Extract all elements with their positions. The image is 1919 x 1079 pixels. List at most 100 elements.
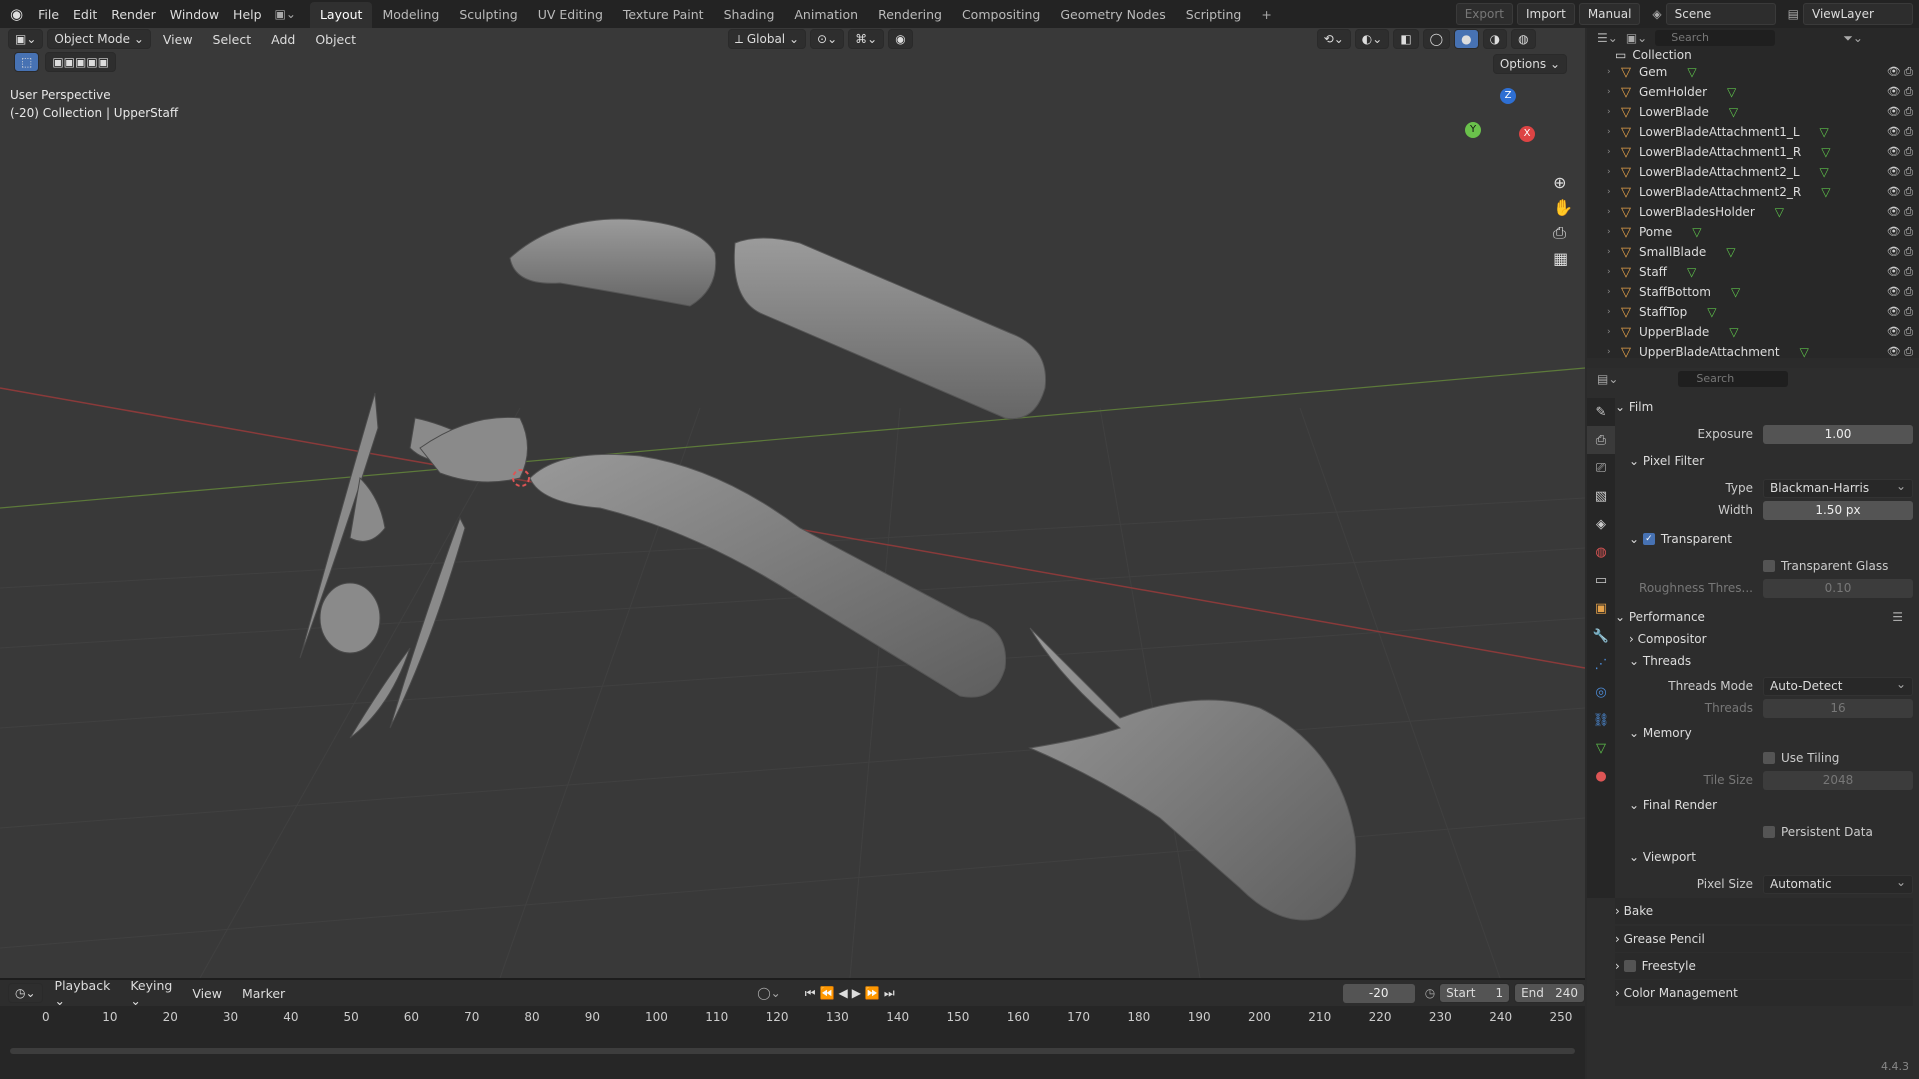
shading-solid-icon[interactable]: ● — [1454, 29, 1479, 49]
outliner-item[interactable]: › ▽ Staff ▽ 👁 ⎙ — [1587, 262, 1919, 282]
tab-geometry-nodes[interactable]: Geometry Nodes — [1050, 2, 1175, 28]
physics-tab-icon[interactable]: ◎ — [1587, 678, 1615, 706]
transform-orientation-dropdown[interactable]: ⟂ Global ⌄ — [728, 29, 807, 49]
pivot-icon[interactable]: ⊙⌄ — [810, 29, 845, 49]
threads-header[interactable]: ⌄ Threads — [1615, 648, 1913, 674]
expand-icon[interactable]: › — [1607, 347, 1621, 357]
properties-editor[interactable]: ▤⌄ Search ✎ ⎙ ⎚ ▧ ◈ ◍ ▭ ▣ 🔧 ⋰ ◎ ⛓ ▽ ● ⌄ … — [1587, 368, 1919, 1079]
viewlayer-selector[interactable]: ViewLayer — [1803, 3, 1913, 25]
proportional-edit-icon[interactable]: ◉ — [888, 29, 913, 49]
expand-icon[interactable]: › — [1607, 127, 1621, 137]
3d-viewport[interactable]: ▣⌄ Object Mode ⌄ View Select Add Object … — [0, 28, 1585, 978]
snap-icon[interactable]: ⌘⌄ — [848, 29, 885, 49]
visibility-icons[interactable]: 👁 ⎙ — [1887, 185, 1913, 199]
xray-icon[interactable]: ◧ — [1393, 29, 1419, 49]
menu-playback[interactable]: Playback ⌄ — [47, 978, 119, 1008]
collection-row[interactable]: ▭ Collection — [1587, 48, 1919, 62]
particles-tab-icon[interactable]: ⋰ — [1587, 650, 1615, 678]
transparent-glass-checkbox[interactable] — [1763, 560, 1775, 572]
visibility-icons[interactable]: 👁 ⎙ — [1887, 285, 1913, 299]
exposure-field[interactable]: 1.00 — [1763, 424, 1913, 444]
menu-add[interactable]: Add — [263, 32, 303, 47]
outliner-item[interactable]: › ▽ UpperBlade ▽ 👁 ⎙ — [1587, 322, 1919, 342]
menu-help[interactable]: Help — [226, 7, 269, 22]
pan-hand-icon[interactable]: ✋ — [1553, 198, 1573, 217]
material-tab-icon[interactable]: ● — [1587, 762, 1615, 790]
filter-icon[interactable]: ⏷⌄ — [1843, 31, 1863, 46]
outliner[interactable]: ☰⌄ ▣⌄ Search ⏷⌄ ▭ Collection › ▽ Gem ▽ 👁 ⎙ › ▽… — [1587, 28, 1919, 360]
play-icon[interactable]: ▶ — [852, 986, 865, 1000]
menu-view[interactable]: View — [155, 32, 201, 47]
outliner-item[interactable]: › ▽ GemHolder ▽ 👁 ⎙ — [1587, 82, 1919, 102]
film-panel-header[interactable]: ⌄ Film — [1615, 394, 1913, 420]
expand-icon[interactable]: › — [1607, 207, 1621, 217]
mesh-upper-blade-tip[interactable] — [509, 218, 717, 307]
freestyle-header[interactable]: › Freestyle — [1615, 953, 1913, 979]
record-icon[interactable]: ◯⌄ — [757, 986, 780, 1000]
modifier-tab-icon[interactable]: 🔧 — [1587, 622, 1615, 650]
tab-layout[interactable]: Layout — [309, 2, 373, 28]
visibility-icons[interactable]: 👁 ⎙ — [1887, 145, 1913, 159]
visibility-icons[interactable]: 👁 ⎙ — [1887, 345, 1913, 359]
zoom-icon[interactable]: ⊕ — [1553, 173, 1573, 192]
constraints-tab-icon[interactable]: ⛓ — [1587, 706, 1615, 734]
camera-view-icon[interactable]: ⎙ — [1553, 223, 1573, 243]
expand-icon[interactable]: › — [1607, 267, 1621, 277]
data-tab-icon[interactable]: ▽ — [1587, 734, 1615, 762]
threads-mode-dropdown[interactable]: Auto-Detect — [1763, 676, 1913, 696]
shading-material-icon[interactable]: ◑ — [1482, 29, 1508, 49]
visibility-icons[interactable]: 👁 ⎙ — [1887, 265, 1913, 279]
expand-icon[interactable]: › — [1607, 307, 1621, 317]
expand-icon[interactable]: › — [1607, 87, 1621, 97]
outliner-item[interactable]: › ▽ Gem ▽ 👁 ⎙ — [1587, 62, 1919, 82]
menu-select[interactable]: Select — [205, 32, 260, 47]
timeline[interactable]: ◷⌄ Playback ⌄ Keying ⌄ View Marker ◯⌄ ⏮⏪… — [0, 978, 1585, 1079]
perspective-grid-icon[interactable]: ▦ — [1553, 249, 1573, 268]
gizmo-y-axis[interactable]: Y — [1465, 122, 1481, 138]
editor-type-icon[interactable]: ▣⌄ — [275, 7, 296, 21]
gizmo-toggle-icon[interactable]: ⟲⌄ — [1316, 29, 1351, 49]
expand-icon[interactable]: › — [1607, 247, 1621, 257]
visibility-icons[interactable]: 👁 ⎙ — [1887, 225, 1913, 239]
memory-header[interactable]: ⌄ Memory — [1615, 720, 1913, 746]
mesh-lower-blade[interactable] — [529, 453, 1007, 698]
tab-scripting[interactable]: Scripting — [1176, 2, 1252, 28]
collection-tab-icon[interactable]: ▭ — [1587, 566, 1615, 594]
visibility-icons[interactable]: 👁 ⎙ — [1887, 305, 1913, 319]
menu-timeline-view[interactable]: View — [184, 986, 230, 1001]
menu-window[interactable]: Window — [163, 7, 226, 22]
current-frame-field[interactable]: -20 — [1342, 983, 1415, 1003]
object-tab-icon[interactable]: ▣ — [1587, 594, 1615, 622]
outliner-item[interactable]: › ▽ SmallBlade ▽ 👁 ⎙ — [1587, 242, 1919, 262]
blender-logo-icon[interactable]: ◉ — [0, 5, 31, 23]
tile-size-field[interactable]: 2048 — [1763, 770, 1913, 790]
outliner-item[interactable]: › ▽ LowerBladeAttachment1_R ▽ 👁 ⎙ — [1587, 142, 1919, 162]
visibility-icons[interactable]: 👁 ⎙ — [1887, 325, 1913, 339]
editor-type-3d-icon[interactable]: ▣⌄ — [8, 29, 44, 49]
pixel-size-dropdown[interactable]: Automatic — [1763, 874, 1913, 894]
timeline-scrollbar[interactable] — [10, 1048, 1575, 1054]
visibility-icons[interactable]: 👁 ⎙ — [1887, 165, 1913, 179]
outliner-item[interactable]: › ▽ StaffTop ▽ 👁 ⎙ — [1587, 302, 1919, 322]
shading-rendered-icon[interactable]: ◍ — [1511, 29, 1536, 49]
tab-shading[interactable]: Shading — [714, 2, 785, 28]
output-tab-icon[interactable]: ⎚ — [1587, 454, 1615, 482]
visibility-icons[interactable]: 👁 ⎙ — [1887, 205, 1913, 219]
tab-texture-paint[interactable]: Texture Paint — [613, 2, 714, 28]
menu-render[interactable]: Render — [104, 7, 163, 22]
menu-keying[interactable]: Keying ⌄ — [122, 978, 180, 1008]
clock-icon[interactable]: ◷ — [1425, 986, 1435, 1000]
menu-edit[interactable]: Edit — [66, 7, 104, 22]
visibility-icons[interactable]: 👁 ⎙ — [1887, 245, 1913, 259]
expand-icon[interactable]: › — [1607, 107, 1621, 117]
outliner-item[interactable]: › ▽ LowerBlade ▽ 👁 ⎙ — [1587, 102, 1919, 122]
render-tab-icon[interactable]: ⎙ — [1587, 426, 1615, 454]
outliner-item[interactable]: › ▽ StaffBottom ▽ 👁 ⎙ — [1587, 282, 1919, 302]
navigation-gizmo[interactable]: Z Y X — [1465, 88, 1555, 178]
gizmo-x-axis[interactable]: X — [1519, 126, 1535, 142]
view-layer-tab-icon[interactable]: ▧ — [1587, 482, 1615, 510]
tab-modeling[interactable]: Modeling — [372, 2, 449, 28]
play-reverse-icon[interactable]: ◀ — [838, 986, 851, 1000]
expand-icon[interactable]: › — [1607, 227, 1621, 237]
import-button[interactable]: Import — [1516, 3, 1575, 25]
